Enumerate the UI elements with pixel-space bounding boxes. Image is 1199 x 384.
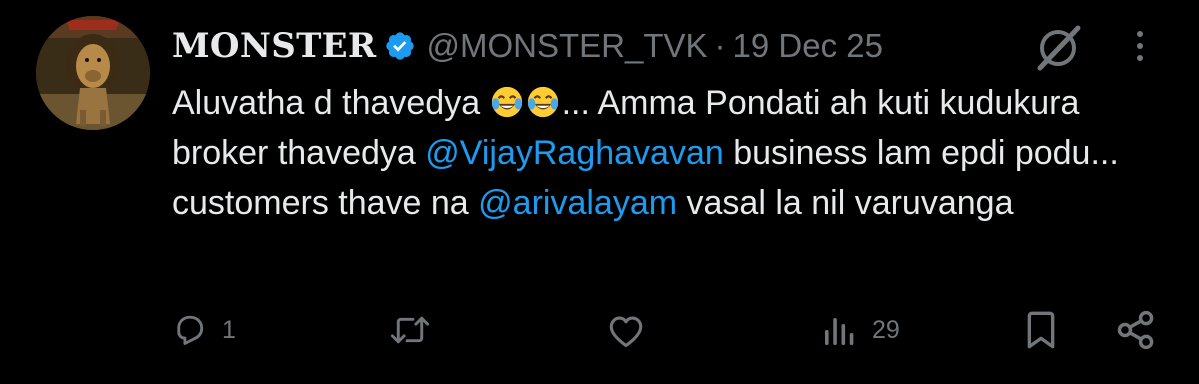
verified-badge-icon[interactable]	[384, 30, 416, 62]
avatar[interactable]	[36, 16, 150, 130]
tweet-text-part: vasal la nil varuvanga	[677, 184, 1014, 222]
separator-dot: ·	[714, 27, 726, 64]
reply-count: 1	[222, 315, 236, 344]
tweet-text-part: Aluvatha d thavedya	[172, 84, 490, 122]
tweet-actions: 1 29	[0, 302, 1199, 358]
views-button[interactable]: 29	[822, 302, 900, 358]
more-button[interactable]	[1120, 26, 1160, 66]
grok-icon	[1037, 25, 1081, 71]
tears-of-joy-emoji-icon	[491, 86, 522, 118]
views-count: 29	[872, 315, 900, 344]
author-handle[interactable]: @MONSTER_TVK	[426, 27, 707, 65]
views-icon	[825, 318, 854, 345]
repost-button[interactable]	[388, 302, 446, 358]
more-icon	[1137, 31, 1143, 61]
share-button[interactable]	[1114, 302, 1158, 358]
like-button[interactable]	[606, 302, 660, 358]
bookmark-icon	[1027, 311, 1055, 349]
lion-avatar-icon	[36, 16, 150, 130]
reply-icon	[177, 315, 204, 345]
tears-of-joy-emoji-icon	[527, 86, 558, 118]
display-name[interactable]: MONSTER	[172, 26, 376, 66]
share-icon	[1117, 310, 1154, 350]
reply-button[interactable]: 1	[172, 302, 236, 358]
grok-button[interactable]	[1030, 22, 1086, 74]
repost-icon	[390, 316, 430, 344]
like-icon	[609, 316, 643, 348]
bookmark-button[interactable]	[1024, 302, 1058, 358]
mention-link[interactable]: @VijayRaghavavan	[425, 134, 724, 172]
tweet-date[interactable]: 19 Dec 25	[733, 27, 883, 65]
tweet-text: Aluvatha d thavedya ... Amma Pondati ah …	[172, 78, 1172, 228]
tweet-header: MONSTER @MONSTER_TVK · 19 Dec 25	[172, 22, 883, 70]
mention-link[interactable]: @arivalayam	[478, 184, 677, 222]
